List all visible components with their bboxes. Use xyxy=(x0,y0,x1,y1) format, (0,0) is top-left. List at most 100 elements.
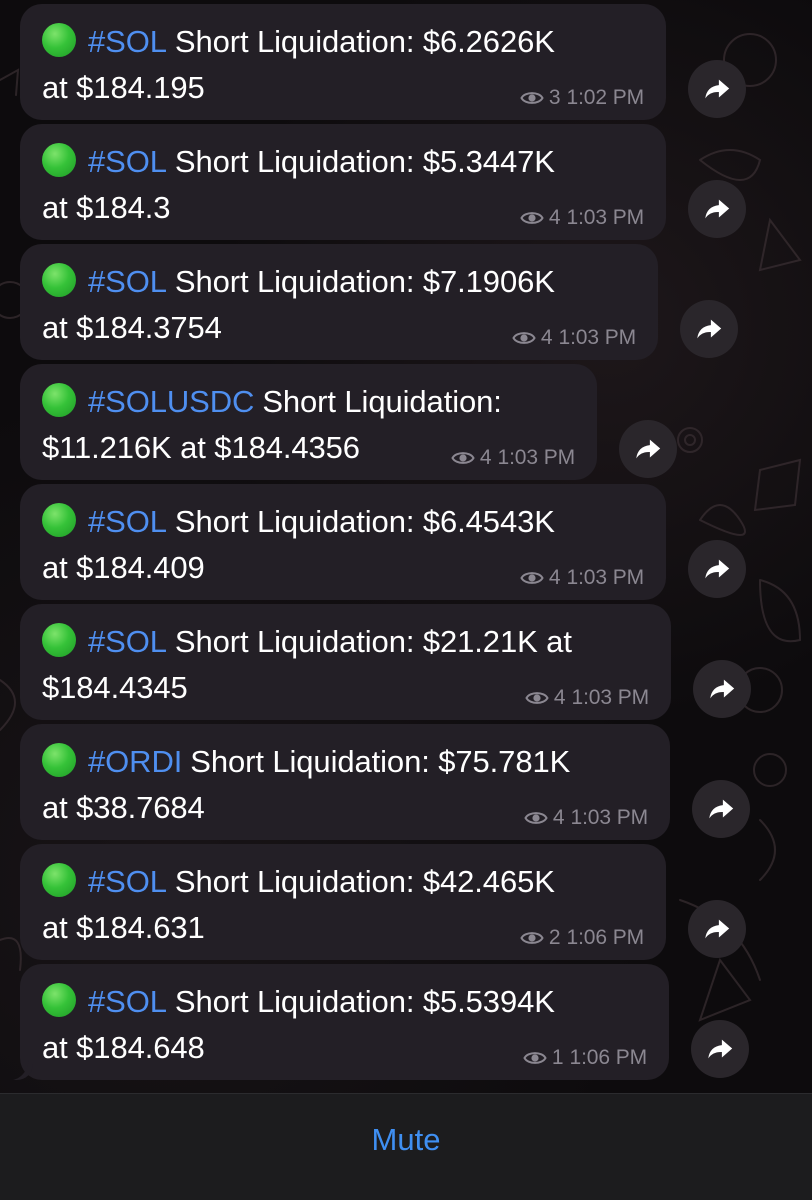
view-count: 4 xyxy=(479,446,492,469)
mute-button[interactable]: Mute xyxy=(0,1120,812,1160)
share-arrow-icon xyxy=(706,794,736,824)
view-count: 4 xyxy=(552,806,565,829)
green-circle-icon xyxy=(42,383,76,417)
share-arrow-icon xyxy=(702,194,732,224)
green-circle-icon xyxy=(42,743,76,777)
green-circle-icon xyxy=(42,983,76,1017)
liquidation-text: Short Liquidation: $75.781K xyxy=(190,744,571,779)
message-meta: 1 1:06 PM xyxy=(523,1046,647,1070)
message-meta: 4 1:03 PM xyxy=(525,686,649,710)
eye-icon xyxy=(524,806,548,830)
message-bubble[interactable]: #SOL Short Liquidation: $42.465K at $184.6… xyxy=(20,844,666,960)
message-line-1: #SOL Short Liquidation: $7.1906K xyxy=(42,259,636,305)
liquidation-text: Short Liquidation: $6.4543K xyxy=(174,504,555,539)
message-bubble[interactable]: #SOL Short Liquidation: $6.4543K at $184.4… xyxy=(20,484,666,600)
hashtag-link[interactable]: #SOLUSDC xyxy=(88,384,254,419)
message-bubble[interactable]: #SOLUSDC Short Liquidation: $11.216K at $1… xyxy=(20,364,597,480)
message-meta: 4 1:03 PM xyxy=(520,566,644,590)
liquidation-text: Short Liquidation: $42.465K xyxy=(174,864,555,899)
share-arrow-icon xyxy=(702,914,732,944)
liquidation-text: Short Liquidation: $6.2626K xyxy=(174,24,555,59)
message-line-1: #SOL Short Liquidation: $21.21K at xyxy=(42,619,649,665)
liquidation-text: Short Liquidation: $21.21K at xyxy=(174,624,572,659)
hashtag-link[interactable]: #SOL xyxy=(88,144,167,179)
liquidation-text: Short Liquidation: $5.3447K xyxy=(174,144,555,179)
message-bubble[interactable]: #SOL Short Liquidation: $7.1906K at $184.3… xyxy=(20,244,658,360)
liquidation-text: Short Liquidation: $5.5394K xyxy=(174,984,555,1019)
forward-button[interactable] xyxy=(619,420,677,478)
view-count: 1 xyxy=(551,1046,564,1069)
eye-icon xyxy=(520,566,544,590)
message-meta: 4 1:03 PM xyxy=(524,806,648,830)
message-line-1: #SOLUSDC Short Liquidation: xyxy=(42,379,575,425)
eye-icon xyxy=(451,446,475,470)
green-circle-icon xyxy=(42,863,76,897)
green-circle-icon xyxy=(42,23,76,57)
hashtag-link[interactable]: #SOL xyxy=(88,984,167,1019)
forward-button[interactable] xyxy=(688,180,746,238)
hashtag-link[interactable]: #SOL xyxy=(88,504,167,539)
share-arrow-icon xyxy=(694,314,724,344)
forward-button[interactable] xyxy=(691,1020,749,1078)
message-line-1: #SOL Short Liquidation: $5.5394K xyxy=(42,979,647,1025)
message-line-1: #SOL Short Liquidation: $42.465K xyxy=(42,859,644,905)
message-meta: 4 1:03 PM xyxy=(451,446,575,470)
message-time: 1:06 PM xyxy=(569,1046,647,1069)
message-meta: 3 1:02 PM xyxy=(520,86,644,110)
share-arrow-icon xyxy=(707,674,737,704)
eye-icon xyxy=(520,86,544,110)
share-arrow-icon xyxy=(702,554,732,584)
message-line-1: #SOL Short Liquidation: $6.2626K xyxy=(42,19,644,65)
view-count: 4 xyxy=(553,686,566,709)
hashtag-link[interactable]: #SOL xyxy=(88,24,167,59)
view-count: 3 xyxy=(548,86,561,109)
eye-icon xyxy=(520,926,544,950)
message-time: 1:03 PM xyxy=(566,566,644,589)
message-bubble[interactable]: #SOL Short Liquidation: $5.5394K at $184.6… xyxy=(20,964,669,1080)
forward-button[interactable] xyxy=(693,660,751,718)
forward-button[interactable] xyxy=(688,60,746,118)
green-circle-icon xyxy=(42,263,76,297)
message-time: 1:02 PM xyxy=(566,86,644,109)
bottom-bar: Mute xyxy=(0,1093,812,1200)
message-line-1: #SOL Short Liquidation: $6.4543K xyxy=(42,499,644,545)
message-meta: 4 1:03 PM xyxy=(520,206,644,230)
share-arrow-icon xyxy=(633,434,663,464)
eye-icon xyxy=(523,1046,547,1070)
hashtag-link[interactable]: #SOL xyxy=(88,864,167,899)
eye-icon xyxy=(520,206,544,230)
hashtag-link[interactable]: #ORDI xyxy=(88,744,182,779)
message-bubble[interactable]: #ORDI Short Liquidation: $75.781K at $38.7… xyxy=(20,724,670,840)
view-count: 4 xyxy=(548,566,561,589)
share-arrow-icon xyxy=(702,74,732,104)
green-circle-icon xyxy=(42,143,76,177)
message-time: 1:03 PM xyxy=(497,446,575,469)
liquidation-text: Short Liquidation: xyxy=(262,384,502,419)
forward-button[interactable] xyxy=(688,540,746,598)
message-time: 1:03 PM xyxy=(571,686,649,709)
message-time: 1:03 PM xyxy=(570,806,648,829)
message-line-1: #SOL Short Liquidation: $5.3447K xyxy=(42,139,644,185)
view-count: 4 xyxy=(548,206,561,229)
hashtag-link[interactable]: #SOL xyxy=(88,624,167,659)
forward-button[interactable] xyxy=(680,300,738,358)
eye-icon xyxy=(512,326,536,350)
forward-button[interactable] xyxy=(692,780,750,838)
forward-button[interactable] xyxy=(688,900,746,958)
message-meta: 2 1:06 PM xyxy=(520,926,644,950)
share-arrow-icon xyxy=(705,1034,735,1064)
view-count: 2 xyxy=(548,926,561,949)
message-line-1: #ORDI Short Liquidation: $75.781K xyxy=(42,739,648,785)
message-time: 1:03 PM xyxy=(558,326,636,349)
hashtag-link[interactable]: #SOL xyxy=(88,264,167,299)
message-time: 1:03 PM xyxy=(566,206,644,229)
message-time: 1:06 PM xyxy=(566,926,644,949)
eye-icon xyxy=(525,686,549,710)
message-bubble[interactable]: #SOL Short Liquidation: $6.2626K at $184.1… xyxy=(20,4,666,120)
green-circle-icon xyxy=(42,503,76,537)
message-bubble[interactable]: #SOL Short Liquidation: $5.3447K at $184.3… xyxy=(20,124,666,240)
view-count: 4 xyxy=(540,326,553,349)
liquidation-text: Short Liquidation: $7.1906K xyxy=(174,264,555,299)
message-bubble[interactable]: #SOL Short Liquidation: $21.21K at $184.43… xyxy=(20,604,671,720)
message-meta: 4 1:03 PM xyxy=(512,326,636,350)
